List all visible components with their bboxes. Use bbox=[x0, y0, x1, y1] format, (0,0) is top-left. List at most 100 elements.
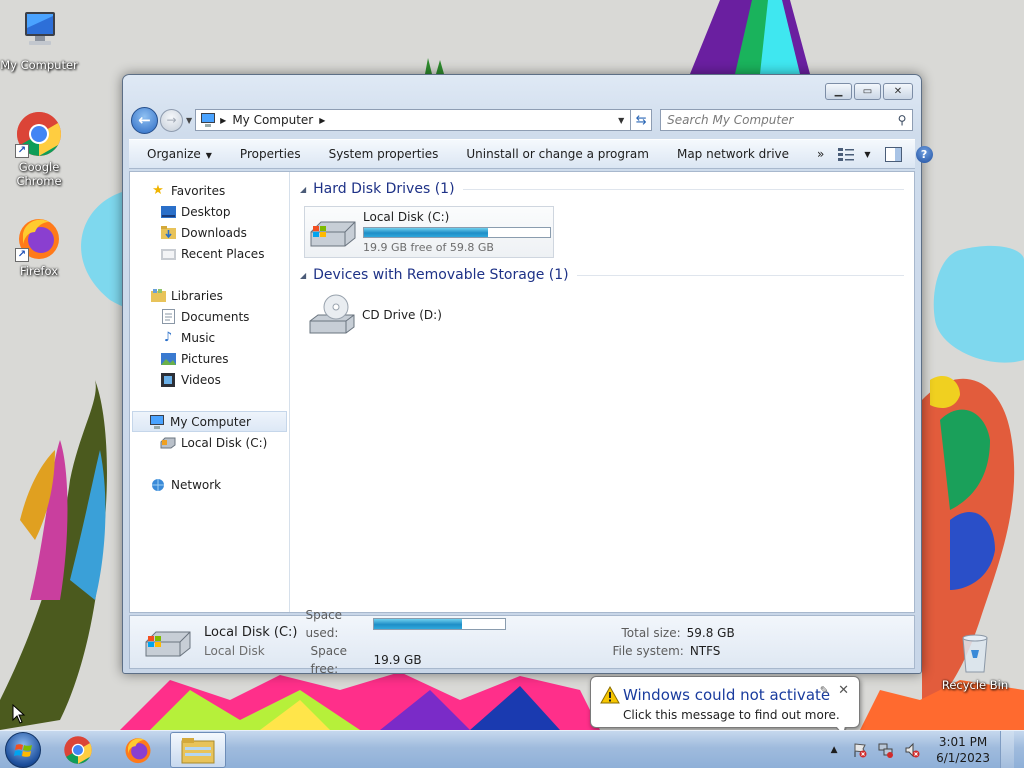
more-commands-button[interactable]: » bbox=[803, 147, 838, 161]
breadcrumb-chevron-icon[interactable]: ▶ bbox=[220, 116, 226, 125]
system-properties-button[interactable]: System properties bbox=[315, 147, 453, 161]
minimize-button[interactable]: ▁ bbox=[825, 83, 852, 100]
desktop-icon-google-chrome[interactable]: ↗ Google Chrome bbox=[0, 110, 78, 188]
desktop-icon bbox=[160, 204, 176, 220]
nav-label: My Computer bbox=[170, 414, 251, 429]
address-bar[interactable]: ▶ My Computer ▶ ▼ bbox=[195, 109, 632, 131]
close-icon: ✕ bbox=[893, 86, 903, 97]
action-center-flag-icon[interactable] bbox=[850, 740, 870, 760]
nav-item-my-computer[interactable]: My Computer bbox=[132, 411, 287, 432]
nav-item-desktop[interactable]: Desktop bbox=[130, 201, 289, 222]
drive-name: CD Drive (D:) bbox=[362, 308, 442, 322]
file-system-label: File system: bbox=[612, 644, 684, 658]
cd-drive-icon bbox=[309, 294, 355, 334]
nav-item-recent-places[interactable]: Recent Places bbox=[130, 243, 289, 264]
nav-label: Pictures bbox=[181, 351, 229, 366]
nav-item-local-disk[interactable]: Local Disk (C:) bbox=[130, 432, 289, 453]
maximize-button[interactable]: ▭ bbox=[854, 83, 881, 100]
nav-item-documents[interactable]: Documents bbox=[130, 306, 289, 327]
nav-label: Documents bbox=[181, 309, 250, 324]
help-icon[interactable]: ? bbox=[915, 145, 933, 163]
nav-item-pictures[interactable]: Pictures bbox=[130, 348, 289, 369]
details-pane: Local Disk (C:) Local Disk Space used: S… bbox=[129, 608, 915, 676]
back-button[interactable]: ← bbox=[131, 106, 158, 134]
preview-pane-icon[interactable] bbox=[884, 146, 902, 162]
recent-pages-dropdown[interactable]: ▼ bbox=[186, 116, 192, 125]
disk-usage-fill bbox=[364, 228, 489, 237]
nav-item-libraries[interactable]: Libraries bbox=[130, 285, 289, 306]
clock[interactable]: 3:01 PM 6/1/2023 bbox=[936, 734, 990, 766]
nav-item-downloads[interactable]: Downloads bbox=[130, 222, 289, 243]
details-size-column: Total size: 59.8 GB File system: NTFS bbox=[612, 624, 734, 660]
group-title: Devices with Removable Storage (1) bbox=[313, 267, 569, 283]
nav-label: Recent Places bbox=[181, 246, 265, 261]
show-hidden-icons-button[interactable]: ▲ bbox=[824, 740, 844, 760]
collapse-triangle-icon[interactable]: ◢ bbox=[300, 185, 306, 194]
refresh-button[interactable]: ⇆ bbox=[630, 109, 653, 131]
desktop-icon-label: Recycle Bin bbox=[941, 678, 1009, 692]
drive-tile-local-disk[interactable]: Local Disk (C:) 19.9 GB free of 59.8 GB bbox=[304, 206, 554, 258]
file-list: ◢ Hard Disk Drives (1) Local Disk (C:) 1… bbox=[290, 172, 914, 612]
desktop-icon-recycle-bin[interactable]: Recycle Bin bbox=[936, 628, 1014, 692]
start-button[interactable] bbox=[0, 731, 46, 768]
uninstall-program-button[interactable]: Uninstall or change a program bbox=[452, 147, 663, 161]
show-desktop-button[interactable] bbox=[1000, 730, 1014, 768]
maximize-icon: ▭ bbox=[862, 86, 873, 97]
pictures-icon bbox=[160, 351, 176, 367]
search-placeholder: Search My Computer bbox=[667, 113, 794, 127]
breadcrumb-chevron-icon[interactable]: ▶ bbox=[319, 116, 325, 125]
search-icon[interactable]: ⚲ bbox=[892, 113, 912, 127]
activation-balloon[interactable]: Windows could not activate Click this me… bbox=[590, 676, 860, 736]
file-system-value: NTFS bbox=[689, 644, 721, 658]
explorer-window[interactable]: ▁ ▭ ✕ ← → ▼ ▶ My Computer ▶ ▼ ⇆ Search M… bbox=[122, 74, 933, 676]
taskbar-chrome-button[interactable] bbox=[50, 732, 106, 768]
arrow-left-icon: ← bbox=[138, 111, 151, 129]
command-bar: Organize ▼ Properties System properties U… bbox=[129, 139, 933, 169]
group-divider bbox=[462, 188, 904, 190]
taskbar-explorer-button[interactable] bbox=[170, 731, 226, 768]
chrome-icon bbox=[64, 735, 92, 764]
group-title: Hard Disk Drives (1) bbox=[313, 181, 455, 197]
network-icon bbox=[150, 477, 166, 493]
collapse-triangle-icon[interactable]: ◢ bbox=[300, 271, 306, 280]
nav-item-videos[interactable]: Videos bbox=[130, 369, 289, 390]
volume-muted-icon[interactable] bbox=[902, 740, 922, 760]
nav-item-network[interactable]: Network bbox=[130, 474, 289, 495]
balloon-title: Windows could not activate bbox=[623, 686, 831, 704]
computer-icon bbox=[201, 113, 216, 127]
group-header-removable-storage[interactable]: ◢ Devices with Removable Storage (1) bbox=[300, 264, 904, 286]
music-icon: ♪ bbox=[163, 330, 173, 345]
nav-gap bbox=[130, 453, 289, 474]
details-space-column: Space used: Space free: 19.9 GB bbox=[305, 606, 507, 678]
group-header-hard-disk-drives[interactable]: ◢ Hard Disk Drives (1) bbox=[300, 178, 904, 200]
map-network-drive-button[interactable]: Map network drive bbox=[663, 147, 803, 161]
details-usage-fill bbox=[374, 619, 462, 629]
firefox-icon: ↗ bbox=[15, 214, 63, 262]
nav-label: Libraries bbox=[171, 288, 223, 303]
refresh-icon: ⇆ bbox=[635, 112, 647, 128]
nav-item-favorites[interactable]: ★ Favorites bbox=[130, 180, 289, 201]
chrome-icon: ↗ bbox=[15, 110, 63, 158]
total-size-value: 59.8 GB bbox=[686, 626, 735, 640]
desktop-icon-my-computer[interactable]: My Computer bbox=[0, 8, 78, 72]
network-status-icon[interactable] bbox=[876, 740, 896, 760]
organize-button[interactable]: Organize ▼ bbox=[129, 147, 226, 161]
firefox-icon bbox=[125, 737, 151, 763]
taskbar-firefox-button[interactable] bbox=[110, 732, 166, 768]
nav-gap bbox=[130, 264, 289, 285]
drive-tile-cd-drive[interactable]: CD Drive (D:) bbox=[304, 290, 904, 340]
drive-free-space: 19.9 GB free of 59.8 GB bbox=[363, 241, 494, 254]
address-dropdown-icon[interactable]: ▼ bbox=[612, 116, 630, 125]
forward-button[interactable]: → bbox=[160, 108, 183, 132]
search-input[interactable]: Search My Computer ⚲ bbox=[660, 109, 913, 131]
close-icon[interactable]: ✕ bbox=[838, 683, 849, 698]
pin-icon[interactable]: ✎ bbox=[820, 684, 829, 697]
breadcrumb-my-computer[interactable]: My Computer bbox=[232, 113, 313, 127]
nav-item-music[interactable]: ♪ Music bbox=[130, 327, 289, 348]
close-button[interactable]: ✕ bbox=[883, 83, 913, 100]
change-view-button[interactable]: ▼ bbox=[838, 147, 871, 161]
desktop-icon-firefox[interactable]: ↗ Firefox bbox=[0, 214, 78, 278]
balloon-message[interactable]: Click this message to find out more. bbox=[623, 708, 840, 722]
nav-label: Local Disk (C:) bbox=[181, 435, 268, 450]
properties-button[interactable]: Properties bbox=[226, 147, 315, 161]
